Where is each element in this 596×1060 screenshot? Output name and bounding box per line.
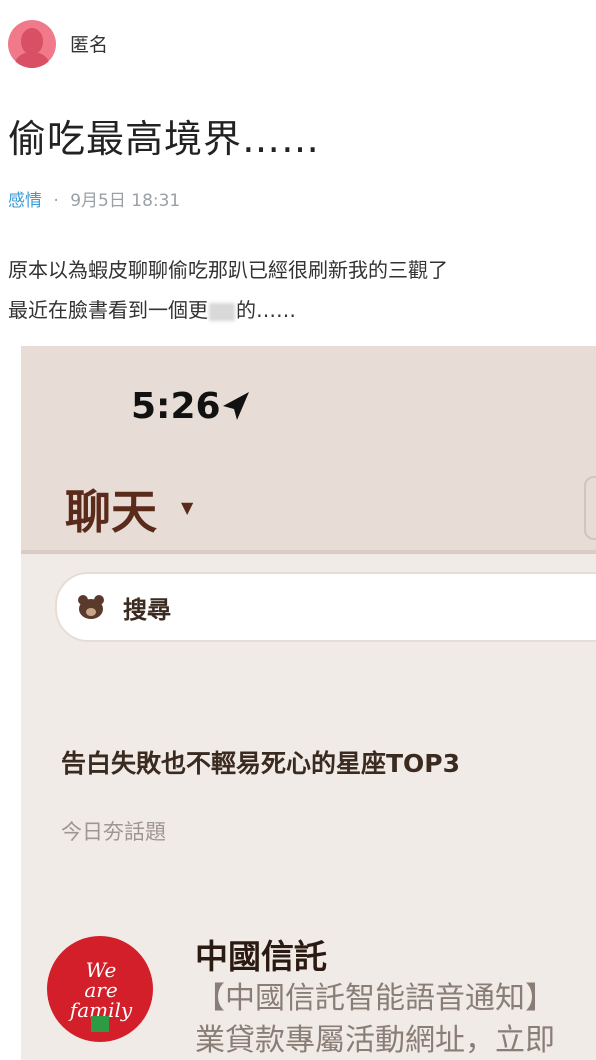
preview-line-1: 【中國信託智能語音通知】: [195, 981, 555, 1016]
avatar-body-shape: [15, 52, 49, 68]
message-preview: 【中國信託智能語音通知】 業貸款專屬活動網址，立即: [195, 978, 555, 1060]
post-title: 偷吃最高境界……: [8, 117, 321, 161]
search-bar: 搜尋: [55, 572, 596, 642]
topic-title: 告白失敗也不輕易死心的星座TOP3: [61, 749, 461, 778]
post-content: 原本以為蝦皮聊聊偷吃那趴已經很刷新我的三觀了 最近在臉書看到一個更 的……: [8, 250, 448, 330]
chat-title: 聊天: [65, 485, 157, 539]
content-line-2-end: 的……: [236, 298, 296, 322]
blurred-text: [209, 302, 235, 321]
topic-subtitle: 今日夯話題: [61, 820, 166, 844]
logo-text: We are family: [55, 960, 147, 1020]
avatar[interactable]: [8, 20, 56, 68]
logo-text-line-1: We: [85, 958, 117, 982]
post-meta: 感情 · 9月5日 18:31: [8, 186, 180, 211]
bear-icon: [78, 595, 104, 619]
meta-separator: ·: [53, 191, 59, 211]
location-arrow-icon: [223, 392, 249, 420]
author-name[interactable]: 匿名: [70, 30, 108, 57]
preview-line-2: 業貸款專屬活動網址，立即: [195, 1023, 555, 1058]
content-line-1: 原本以為蝦皮聊聊偷吃那趴已經很刷新我的三觀了: [8, 258, 448, 282]
caret-down-icon: ▼: [181, 498, 194, 517]
content-line-2: 最近在臉書看到一個更 的……: [8, 290, 448, 330]
sender-name: 中國信託: [195, 937, 327, 976]
content-line-2-start: 最近在臉書看到一個更: [8, 298, 208, 322]
logo-mark-icon: [91, 1016, 109, 1032]
status-time: 5:26: [131, 386, 221, 427]
header-divider: [21, 550, 596, 554]
bank-logo: We are family: [47, 936, 153, 1042]
post-datetime: 9月5日 18:31: [70, 191, 181, 211]
logo-text-line-2: are: [84, 978, 118, 1002]
search-placeholder: 搜尋: [123, 596, 171, 624]
category-link[interactable]: 感情: [8, 191, 42, 211]
avatar-head-shape: [21, 28, 43, 54]
post-image[interactable]: 5:26 聊天 ▼ 搜尋 告白失敗也不輕易死心的星座TOP3 今日夯話題 We …: [21, 346, 596, 1060]
header-edge-button: [584, 476, 596, 540]
